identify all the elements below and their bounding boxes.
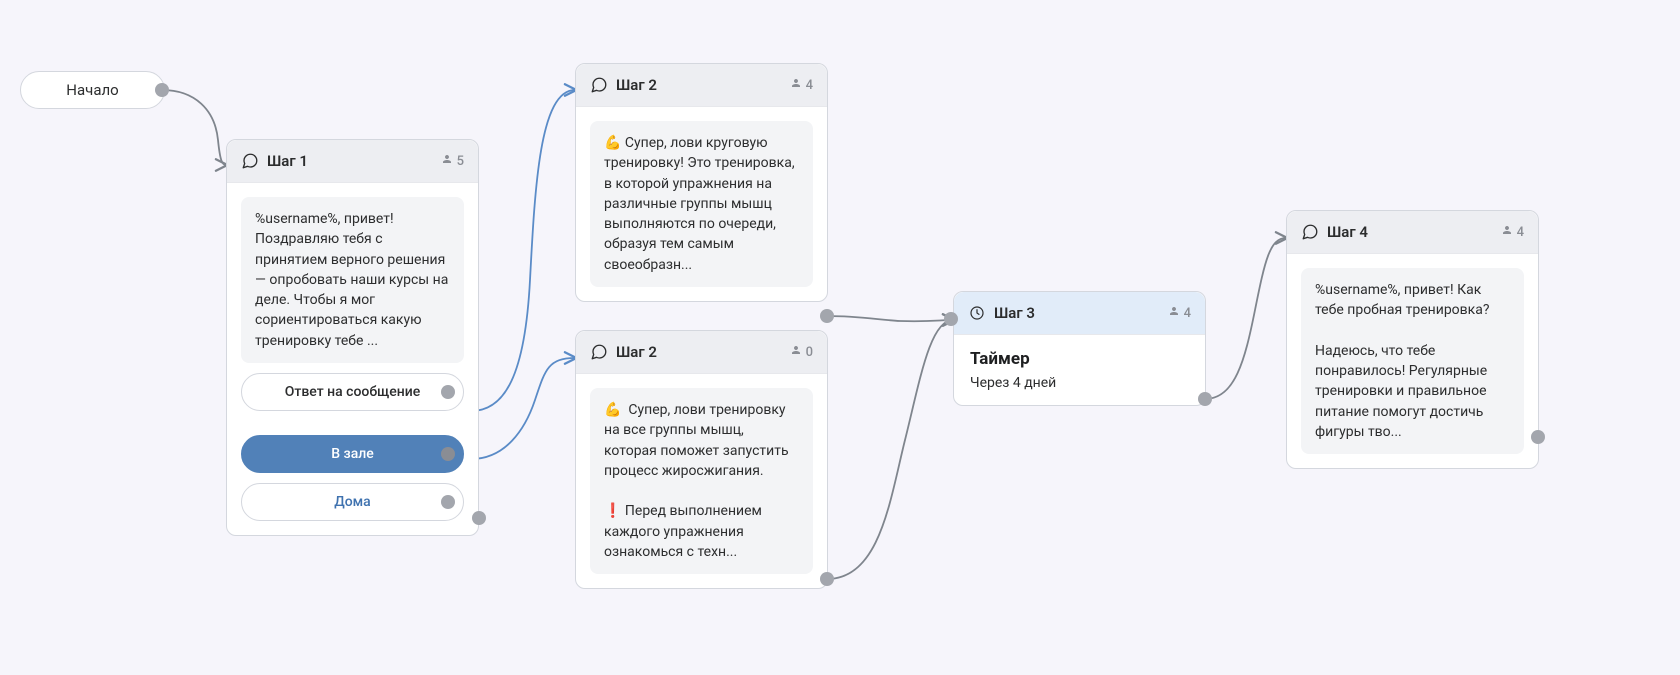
card-title: Шаг 4 (1327, 223, 1501, 241)
message-bubble: %username%, привет! Как тебе пробная тре… (1301, 268, 1524, 454)
person-icon (1168, 305, 1180, 321)
connection-port[interactable] (820, 572, 834, 586)
participant-count: 4 (790, 77, 813, 93)
person-icon (1501, 224, 1513, 240)
chat-icon (241, 152, 259, 170)
card-header[interactable]: Шаг 2 4 (576, 64, 827, 107)
start-node-label: Начало (66, 81, 118, 99)
chat-icon (590, 343, 608, 361)
card-body: %username%, привет! Как тебе пробная тре… (1287, 254, 1538, 468)
card-title: Шаг 3 (994, 304, 1168, 322)
action-button[interactable]: Дома (241, 483, 464, 521)
card-header[interactable]: Шаг 4 4 (1287, 211, 1538, 254)
card-title: Шаг 1 (267, 152, 441, 170)
participant-count-value: 4 (806, 78, 813, 93)
flow-edge (827, 316, 953, 321)
connection-port[interactable] (1531, 430, 1545, 444)
action-button-label: Дома (334, 494, 370, 510)
flow-card-step4[interactable]: Шаг 4 4 %username%, привет! Как тебе пробн… (1286, 210, 1539, 469)
clock-icon (968, 304, 986, 322)
person-icon (790, 344, 802, 360)
card-header[interactable]: Шаг 1 5 (227, 140, 478, 183)
connection-port[interactable] (441, 385, 455, 399)
action-button-label: В зале (331, 446, 374, 462)
connection-port[interactable] (1198, 392, 1212, 406)
participant-count-value: 4 (1184, 306, 1191, 321)
participant-count-value: 4 (1517, 225, 1524, 240)
card-title: Шаг 2 (616, 76, 790, 94)
start-node[interactable]: Начало (20, 71, 165, 109)
action-button[interactable]: В зале (241, 435, 464, 473)
flow-card-step2b[interactable]: Шаг 2 0 💪 Супер, лови тренировку на все гр… (575, 330, 828, 589)
message-bubble: 💪 Супер, лови круговую тренировку! Это т… (590, 121, 813, 287)
card-body: 💪 Супер, лови тренировку на все группы м… (576, 374, 827, 588)
card-body: %username%, привет! Поздравляю тебя с пр… (227, 183, 478, 535)
card-body: 💪 Супер, лови круговую тренировку! Это т… (576, 107, 827, 301)
timer-subtitle: Через 4 дней (968, 375, 1191, 391)
timer-title: Таймер (968, 349, 1191, 369)
connection-port[interactable] (441, 495, 455, 509)
chat-icon (590, 76, 608, 94)
participant-count-value: 5 (457, 154, 464, 169)
connection-port[interactable] (472, 511, 486, 525)
flow-edge (162, 90, 226, 165)
card-title: Шаг 2 (616, 343, 790, 361)
action-button-label: Ответ на сообщение (285, 384, 421, 400)
participant-count: 4 (1501, 224, 1524, 240)
connection-port[interactable] (155, 83, 169, 97)
connection-port[interactable] (820, 309, 834, 323)
card-header[interactable]: Шаг 2 0 (576, 331, 827, 374)
message-bubble: %username%, привет! Поздравляю тебя с пр… (241, 197, 464, 363)
action-button[interactable]: Ответ на сообщение (241, 373, 464, 411)
card-header[interactable]: Шаг 3 4 (954, 292, 1205, 335)
flow-edge (1205, 238, 1286, 399)
chat-icon (1301, 223, 1319, 241)
message-bubble: 💪 Супер, лови тренировку на все группы м… (590, 388, 813, 574)
participant-count-value: 0 (806, 345, 813, 360)
flow-edge (471, 90, 575, 411)
participant-count: 5 (441, 153, 464, 169)
connection-port[interactable] (441, 447, 455, 461)
person-icon (790, 77, 802, 93)
person-icon (441, 153, 453, 169)
connection-port[interactable] (944, 312, 958, 326)
participant-count: 4 (1168, 305, 1191, 321)
flow-card-step3[interactable]: Шаг 3 4 Таймер Через 4 дней (953, 291, 1206, 406)
card-body: Таймер Через 4 дней (954, 335, 1205, 405)
flow-card-step2a[interactable]: Шаг 2 4 💪 Супер, лови круговую тренировку!… (575, 63, 828, 302)
flow-card-step1[interactable]: Шаг 1 5 %username%, привет! Поздравляю теб… (226, 139, 479, 536)
participant-count: 0 (790, 344, 813, 360)
flow-edge (827, 320, 953, 579)
flow-edge (471, 358, 575, 459)
